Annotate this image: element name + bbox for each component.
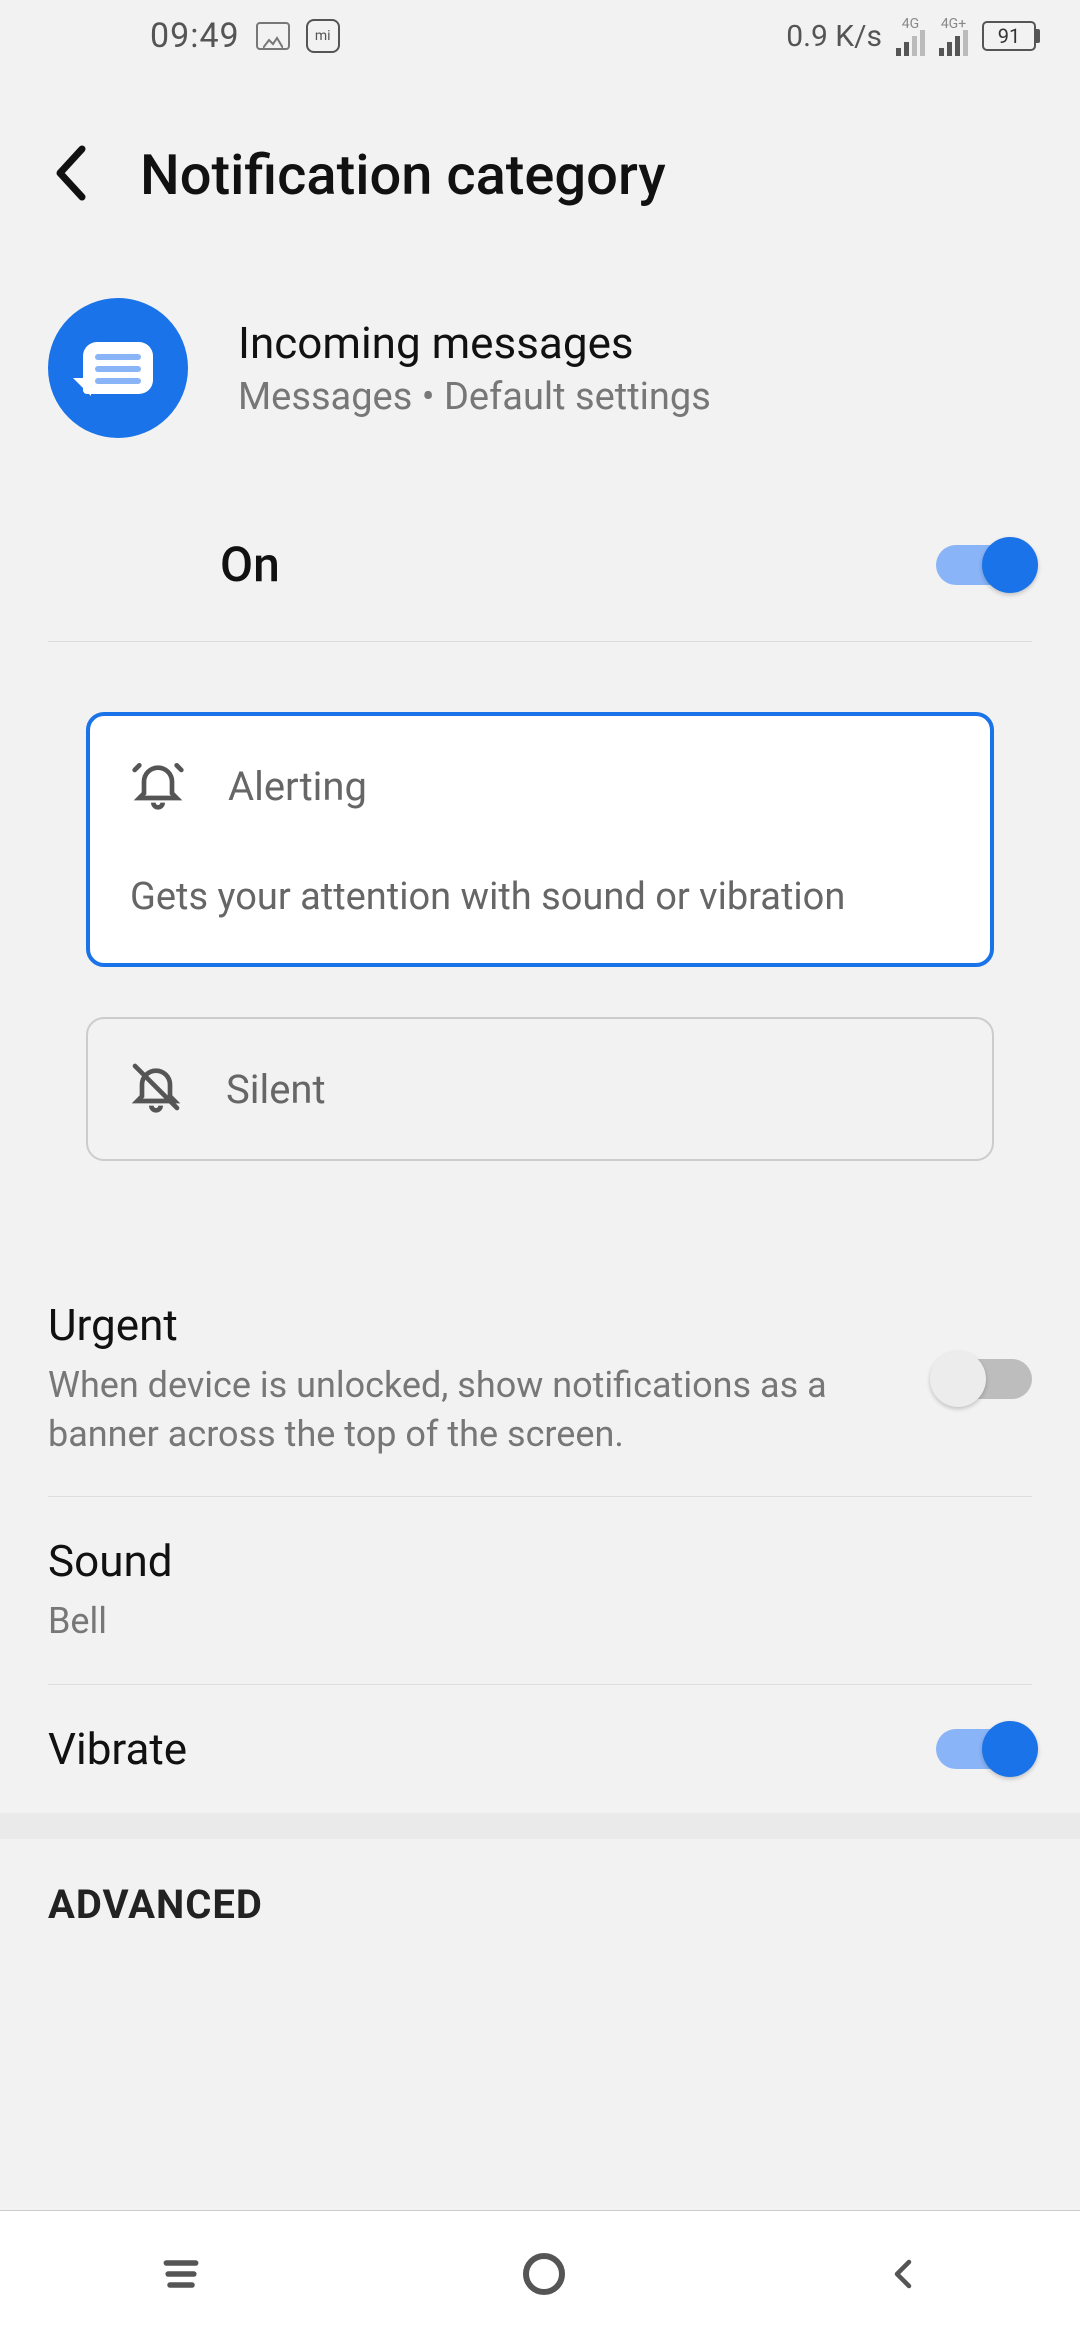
signal-2: 4G+ xyxy=(939,16,968,56)
sound-title: Sound xyxy=(48,1535,173,1587)
sound-value: Bell xyxy=(48,1597,173,1646)
recents-icon[interactable] xyxy=(159,2252,203,2300)
status-bar: 09:49 mi 0.9 K/s 4G 4G+ 91 xyxy=(0,0,1080,72)
alerting-title: Alerting xyxy=(228,763,367,810)
alerting-card[interactable]: Alerting Gets your attention with sound … xyxy=(86,712,994,967)
settings-list: Urgent When device is unlocked, show not… xyxy=(0,1191,1080,1813)
system-nav-bar xyxy=(0,2210,1080,2340)
signal-1: 4G xyxy=(896,16,925,56)
bell-off-icon xyxy=(128,1059,184,1119)
master-switch-toggle[interactable] xyxy=(936,545,1032,585)
back-nav-icon[interactable] xyxy=(885,2252,921,2300)
mi-icon: mi xyxy=(306,19,340,53)
silent-card[interactable]: Silent xyxy=(86,1017,994,1161)
vibrate-toggle[interactable] xyxy=(936,1729,1032,1769)
channel-title: Incoming messages xyxy=(238,317,711,369)
gallery-icon xyxy=(256,22,290,50)
advanced-section: ADVANCED xyxy=(0,1839,1080,1928)
page-header: Notification category xyxy=(0,72,1080,258)
app-info-row[interactable]: Incoming messages Messages • Default set… xyxy=(0,258,1080,488)
behavior-cards: Alerting Gets your attention with sound … xyxy=(0,642,1080,1191)
urgent-row[interactable]: Urgent When device is unlocked, show not… xyxy=(0,1261,1080,1496)
sound-row[interactable]: Sound Bell xyxy=(0,1497,1080,1684)
vibrate-title: Vibrate xyxy=(48,1723,187,1775)
vibrate-row[interactable]: Vibrate xyxy=(0,1685,1080,1813)
bell-ring-icon xyxy=(130,756,186,816)
section-gap xyxy=(0,1813,1080,1839)
status-right: 0.9 K/s 4G 4G+ 91 xyxy=(786,16,1040,56)
channel-subtitle: Messages • Default settings xyxy=(238,375,711,419)
urgent-desc: When device is unlocked, show notificati… xyxy=(48,1361,868,1458)
status-left: 09:49 mi xyxy=(150,16,340,56)
master-switch-row[interactable]: On xyxy=(0,488,1080,641)
battery-indicator: 91 xyxy=(982,21,1040,51)
home-icon[interactable] xyxy=(520,2250,568,2302)
alerting-desc: Gets your attention with sound or vibrat… xyxy=(130,872,950,923)
net-speed: 0.9 K/s xyxy=(786,19,882,54)
back-icon[interactable] xyxy=(50,143,90,207)
silent-title: Silent xyxy=(226,1066,326,1113)
messages-app-icon xyxy=(48,298,188,438)
advanced-label: ADVANCED xyxy=(48,1881,263,1928)
page-title: Notification category xyxy=(140,142,666,208)
urgent-toggle[interactable] xyxy=(936,1359,1032,1399)
status-time: 09:49 xyxy=(150,16,240,56)
master-switch-label: On xyxy=(220,536,280,593)
urgent-title: Urgent xyxy=(48,1299,868,1351)
